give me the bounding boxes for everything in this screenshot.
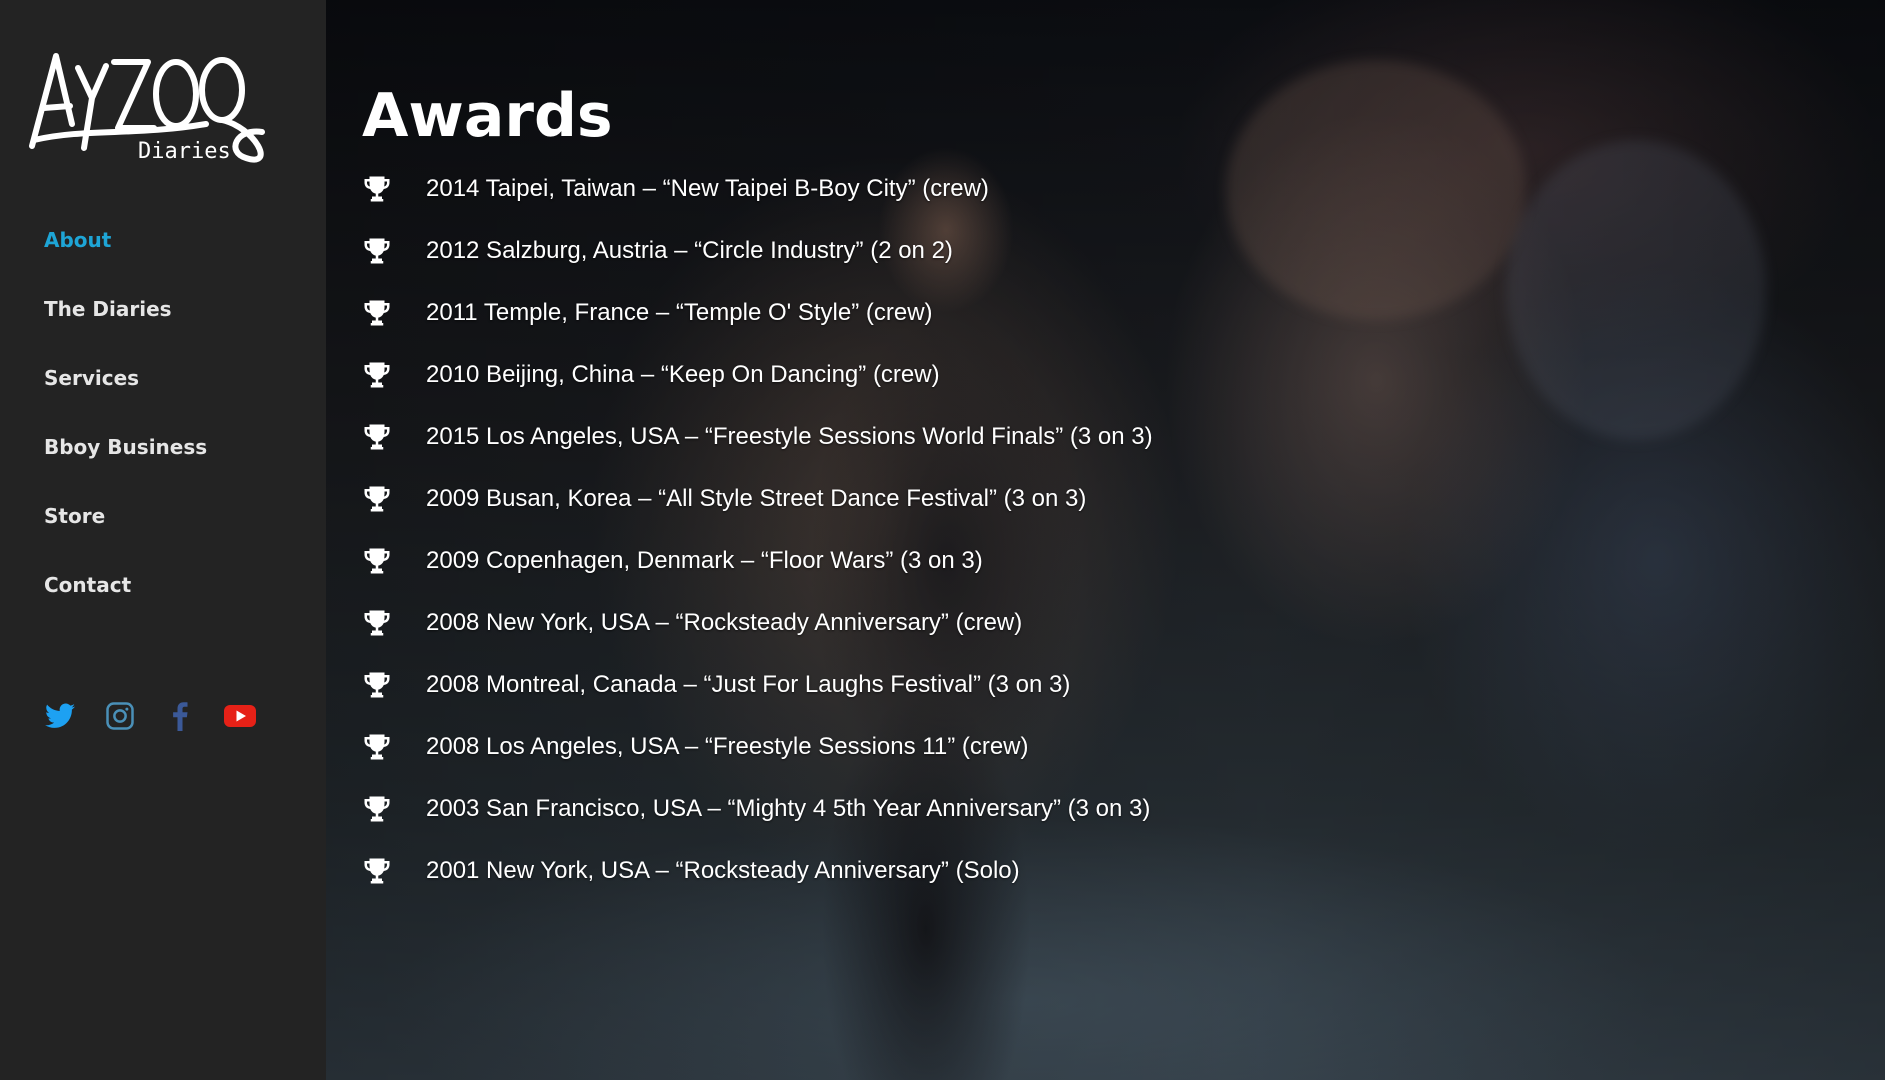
- logo-graphic: Diaries: [29, 53, 265, 164]
- page: Diaries About The Diaries Services Bboy …: [0, 0, 1885, 1080]
- twitter-icon: [45, 703, 75, 728]
- trophy-icon: [364, 610, 390, 636]
- award-text: 2008 New York, USA – “Rocksteady Anniver…: [426, 609, 1023, 636]
- social-links: [44, 700, 256, 732]
- twitter-link[interactable]: [44, 700, 76, 732]
- trophy-icon: [364, 734, 390, 760]
- nav-item-store[interactable]: Store: [44, 498, 207, 567]
- award-item: 2012 Salzburg, Austria – “Circle Industr…: [362, 234, 1153, 296]
- award-text: 2011 Temple, France – “Temple O' Style” …: [426, 299, 933, 326]
- award-item: 2011 Temple, France – “Temple O' Style” …: [362, 296, 1153, 358]
- award-text: 2014 Taipei, Taiwan – “New Taipei B-Boy …: [426, 175, 989, 202]
- nav-item-contact[interactable]: Contact: [44, 567, 207, 636]
- main-content: Awards 2014 Taipei, Taiwan – “New Taipei…: [326, 0, 1885, 1080]
- award-item: 2003 San Francisco, USA – “Mighty 4 5th …: [362, 792, 1153, 854]
- award-item: 2008 New York, USA – “Rocksteady Anniver…: [362, 606, 1153, 668]
- award-text: 2001 New York, USA – “Rocksteady Anniver…: [426, 857, 1020, 884]
- main-nav: About The Diaries Services Bboy Business…: [44, 222, 207, 636]
- nav-item-the-diaries[interactable]: The Diaries: [44, 291, 207, 360]
- trophy-icon: [364, 300, 390, 326]
- award-item: 2009 Copenhagen, Denmark – “Floor Wars” …: [362, 544, 1153, 606]
- trophy-icon: [364, 424, 390, 450]
- award-item: 2008 Montreal, Canada – “Just For Laughs…: [362, 668, 1153, 730]
- award-text: 2015 Los Angeles, USA – “Freestyle Sessi…: [426, 423, 1153, 450]
- award-text: 2009 Busan, Korea – “All Style Street Da…: [426, 485, 1087, 512]
- nav-item-about[interactable]: About: [44, 222, 207, 291]
- trophy-icon: [364, 672, 390, 698]
- award-text: 2003 San Francisco, USA – “Mighty 4 5th …: [426, 795, 1151, 822]
- award-text: 2010 Beijing, China – “Keep On Dancing” …: [426, 361, 940, 388]
- award-item: 2009 Busan, Korea – “All Style Street Da…: [362, 482, 1153, 544]
- award-text: 2012 Salzburg, Austria – “Circle Industr…: [426, 237, 953, 264]
- facebook-icon: [173, 702, 188, 731]
- trophy-icon: [364, 486, 390, 512]
- facebook-link[interactable]: [164, 700, 196, 732]
- page-title: Awards: [362, 81, 613, 151]
- award-text: 2008 Montreal, Canada – “Just For Laughs…: [426, 671, 1071, 698]
- youtube-link[interactable]: [224, 700, 256, 732]
- trophy-icon: [364, 858, 390, 884]
- youtube-icon: [224, 705, 256, 727]
- award-item: 2014 Taipei, Taiwan – “New Taipei B-Boy …: [362, 172, 1153, 234]
- trophy-icon: [364, 238, 390, 264]
- site-logo[interactable]: Diaries: [26, 28, 282, 168]
- instagram-link[interactable]: [104, 700, 136, 732]
- instagram-icon: [106, 702, 134, 730]
- awards-list: 2014 Taipei, Taiwan – “New Taipei B-Boy …: [362, 172, 1153, 916]
- awards-section: Awards 2014 Taipei, Taiwan – “New Taipei…: [362, 70, 1153, 916]
- trophy-icon: [364, 548, 390, 574]
- award-text: 2008 Los Angeles, USA – “Freestyle Sessi…: [426, 733, 1029, 760]
- sidebar: Diaries About The Diaries Services Bboy …: [0, 0, 326, 1080]
- trophy-icon: [364, 796, 390, 822]
- logo-subtitle: Diaries: [138, 139, 231, 164]
- trophy-icon: [364, 362, 390, 388]
- nav-item-bboy-business[interactable]: Bboy Business: [44, 429, 207, 498]
- award-text: 2009 Copenhagen, Denmark – “Floor Wars” …: [426, 547, 983, 574]
- award-item: 2008 Los Angeles, USA – “Freestyle Sessi…: [362, 730, 1153, 792]
- nav-item-services[interactable]: Services: [44, 360, 207, 429]
- award-item: 2001 New York, USA – “Rocksteady Anniver…: [362, 854, 1153, 916]
- award-item: 2010 Beijing, China – “Keep On Dancing” …: [362, 358, 1153, 420]
- trophy-icon: [364, 176, 390, 202]
- award-item: 2015 Los Angeles, USA – “Freestyle Sessi…: [362, 420, 1153, 482]
